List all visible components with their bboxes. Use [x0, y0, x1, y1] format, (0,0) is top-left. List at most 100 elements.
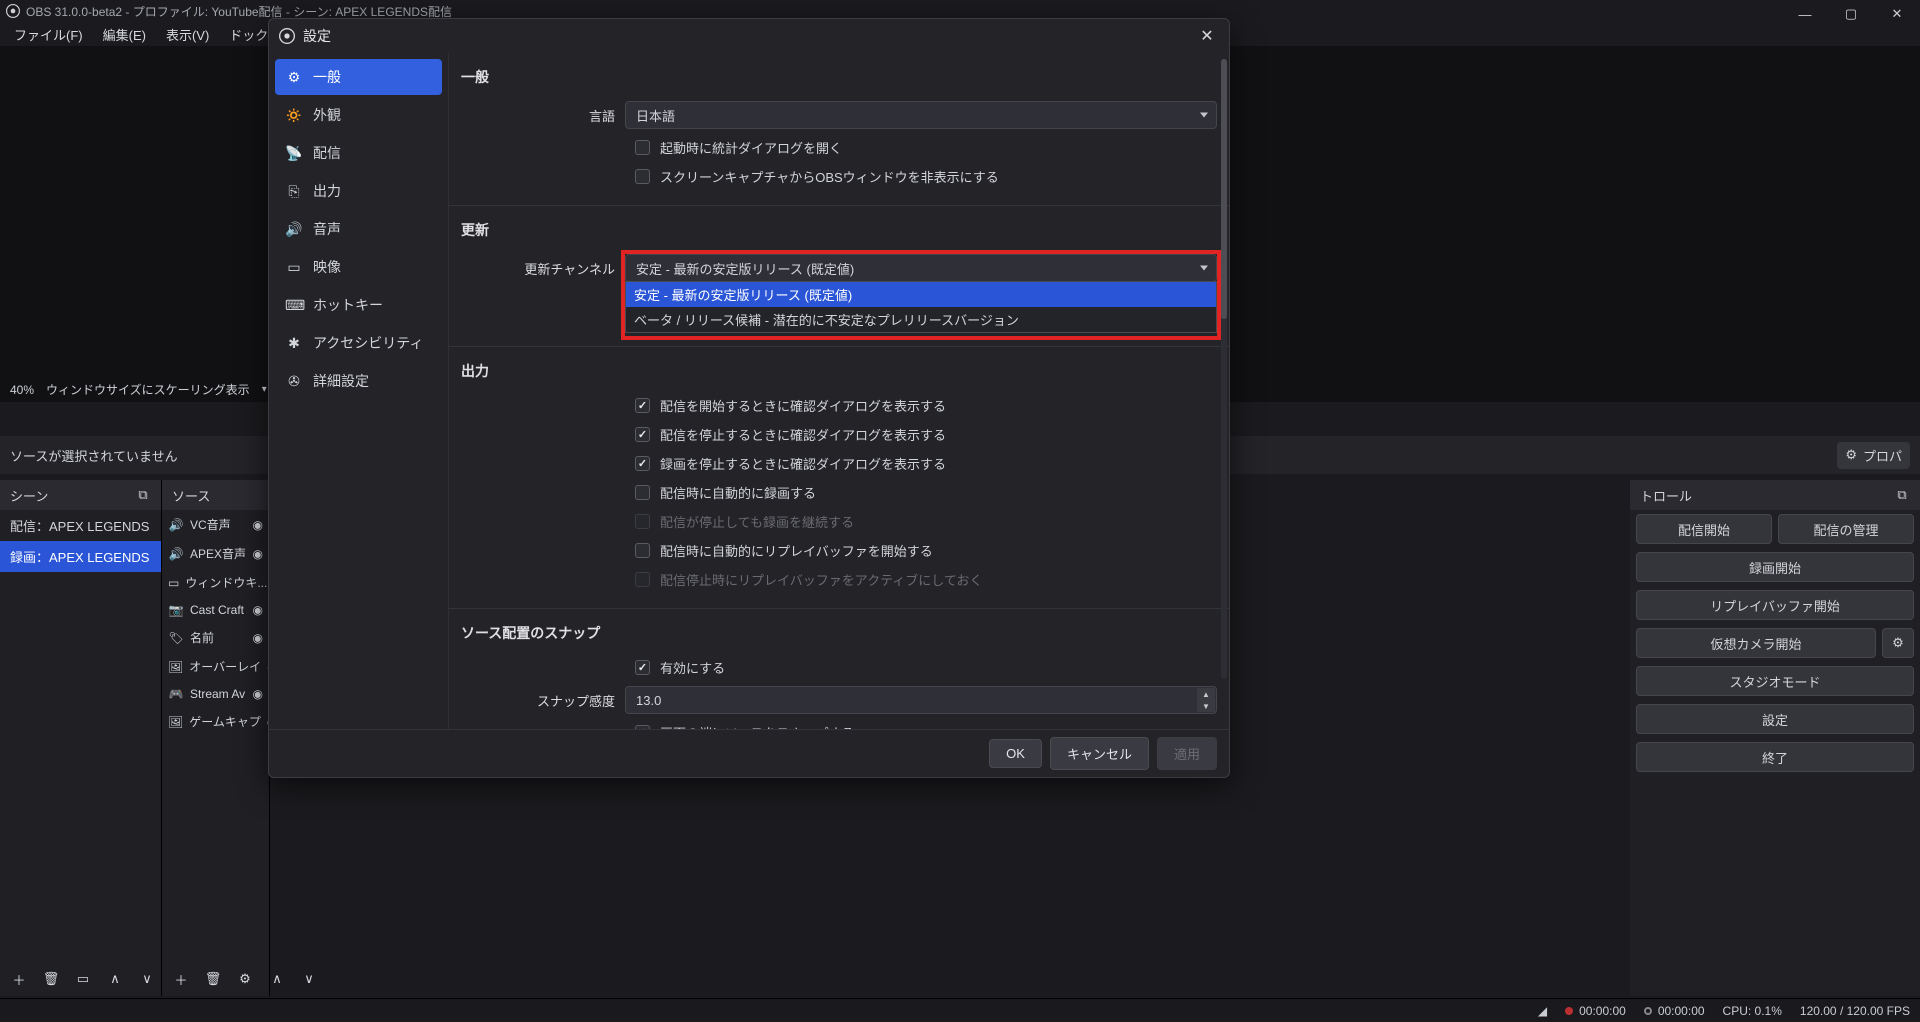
- category-video[interactable]: ▭映像: [275, 249, 442, 285]
- snap-sensitivity-input[interactable]: 13.0▲▼: [625, 686, 1217, 714]
- snap-sensitivity-label: スナップ感度: [449, 691, 625, 710]
- filter-icon[interactable]: ▭: [72, 968, 94, 990]
- preview-zoom: 40%: [10, 383, 34, 397]
- start-stream-button[interactable]: 配信開始: [1636, 514, 1772, 544]
- add-icon[interactable]: ＋: [8, 968, 30, 990]
- spin-down-icon[interactable]: ▼: [1197, 700, 1215, 712]
- visibility-icon[interactable]: ◉: [253, 518, 263, 532]
- visibility-icon[interactable]: ◉: [253, 603, 263, 617]
- delete-icon[interactable]: 🗑: [40, 968, 62, 990]
- checkbox: [635, 572, 650, 587]
- no-source-text: ソースが選択されていません: [10, 446, 178, 465]
- visibility-icon[interactable]: ◉: [253, 687, 263, 701]
- auto-record-label: 配信時に自動的に録画する: [660, 483, 816, 502]
- record-time: 00:00:00: [1658, 1004, 1705, 1018]
- source-label: 名前: [190, 629, 214, 646]
- source-label: APEX音声: [190, 545, 246, 562]
- category-hotkeys[interactable]: ⌨ホットキー: [275, 287, 442, 323]
- gear-icon[interactable]: ⚙: [234, 968, 256, 990]
- up-icon[interactable]: ∧: [104, 968, 126, 990]
- sliders-icon: ✇: [285, 373, 303, 390]
- down-icon[interactable]: ∨: [298, 968, 320, 990]
- cancel-button[interactable]: キャンセル: [1050, 737, 1149, 770]
- source-type-icon: 🖼: [168, 660, 183, 674]
- category-audio[interactable]: 🔊音声: [275, 211, 442, 247]
- source-item[interactable]: ▭ウィンドウキ...◉: [162, 568, 269, 597]
- update-channel-option[interactable]: 安定 - 最新の安定版リリース (既定値): [626, 282, 1216, 307]
- source-item[interactable]: 📷Cast Craft◉: [162, 597, 269, 623]
- replay-buffer-button[interactable]: リプレイバッファ開始: [1636, 590, 1914, 620]
- down-icon[interactable]: ∨: [136, 968, 158, 990]
- source-item[interactable]: 🔊APEX音声◉: [162, 539, 269, 568]
- update-channel-select[interactable]: 安定 - 最新の安定版リリース (既定値): [625, 254, 1217, 282]
- source-item[interactable]: 🎮Stream Av◉: [162, 681, 269, 707]
- update-channel-option[interactable]: ベータ / リリース候補 - 潜在的に不安定なプレリリースバージョン: [626, 307, 1216, 332]
- checkbox[interactable]: [635, 456, 650, 471]
- scenes-dock: シーン⧉ 配信：APEX LEGENDS 録画：APEX LEGENDS ＋ 🗑…: [0, 480, 162, 996]
- section-general-heading: 一般: [449, 53, 1229, 97]
- virtual-cam-settings-button[interactable]: ⚙: [1882, 628, 1914, 658]
- studio-mode-button[interactable]: スタジオモード: [1636, 666, 1914, 696]
- properties-button[interactable]: ⚙プロパ: [1837, 442, 1910, 469]
- record-dot-icon: [1644, 1007, 1652, 1015]
- exit-button[interactable]: 終了: [1636, 742, 1914, 772]
- spin-up-icon[interactable]: ▲: [1197, 688, 1215, 700]
- popout-icon[interactable]: ⧉: [1894, 487, 1910, 503]
- source-item[interactable]: 🖼オーバーレイ◉: [162, 652, 269, 681]
- category-accessibility[interactable]: ✱アクセシビリティ: [275, 325, 442, 361]
- popout-icon[interactable]: ⧉: [135, 487, 151, 503]
- visibility-icon[interactable]: ◉: [253, 547, 263, 561]
- checkbox[interactable]: [635, 725, 650, 729]
- category-stream[interactable]: 📡配信: [275, 135, 442, 171]
- statusbar: ◢ 00:00:00 00:00:00 CPU: 0.1% 120.00 / 1…: [0, 998, 1920, 1022]
- checkbox[interactable]: [635, 543, 650, 558]
- source-type-icon: 🏷: [168, 631, 184, 645]
- manage-stream-button[interactable]: 配信の管理: [1778, 514, 1914, 544]
- settings-button[interactable]: 設定: [1636, 704, 1914, 734]
- category-advanced[interactable]: ✇詳細設定: [275, 363, 442, 399]
- source-type-icon: 📷: [168, 603, 184, 617]
- category-output[interactable]: ⎘出力: [275, 173, 442, 209]
- checkbox[interactable]: [635, 140, 650, 155]
- close-button[interactable]: ✕: [1195, 24, 1219, 48]
- source-item[interactable]: 🏷 名前 ◉: [162, 623, 269, 652]
- source-label: VC音声: [190, 516, 231, 533]
- checkbox[interactable]: [635, 485, 650, 500]
- settings-dialog-title: 設定: [303, 26, 331, 46]
- stats-on-startup-label: 起動時に統計ダイアログを開く: [660, 138, 842, 157]
- keyboard-icon: ⌨: [285, 297, 303, 314]
- ok-button[interactable]: OK: [989, 739, 1042, 768]
- source-item[interactable]: 🖼ゲームキャプ◉: [162, 707, 269, 736]
- confirm-stop-record-label: 録画を停止するときに確認ダイアログを表示する: [660, 454, 946, 473]
- up-icon[interactable]: ∧: [266, 968, 288, 990]
- live-time: 00:00:00: [1579, 1004, 1626, 1018]
- category-appearance[interactable]: 🔅外観: [275, 97, 442, 133]
- category-general[interactable]: ⚙一般: [275, 59, 442, 95]
- visibility-icon[interactable]: ◉: [253, 631, 263, 645]
- add-icon[interactable]: ＋: [170, 968, 192, 990]
- scrollbar[interactable]: [1221, 59, 1227, 679]
- section-snap-heading: ソース配置のスナップ: [449, 609, 1229, 653]
- controls-title: トロール: [1640, 486, 1692, 505]
- sources-title: ソース: [172, 486, 210, 505]
- checkbox[interactable]: [635, 660, 650, 675]
- sources-dock: ソース 🔊VC音声◉🔊APEX音声◉▭ウィンドウキ...◉📷Cast Craft…: [162, 480, 270, 996]
- start-record-button[interactable]: 録画開始: [1636, 552, 1914, 582]
- checkbox[interactable]: [635, 398, 650, 413]
- apply-button[interactable]: 適用: [1157, 737, 1217, 770]
- language-select[interactable]: 日本語: [625, 101, 1217, 129]
- scene-item[interactable]: 録画：APEX LEGENDS: [0, 541, 161, 572]
- checkbox[interactable]: [635, 169, 650, 184]
- preview-scaling[interactable]: ウィンドウサイズにスケーリング表示: [46, 381, 250, 398]
- settings-dialog-titlebar: 設定 ✕: [269, 19, 1229, 53]
- chevron-down-icon[interactable]: ▾: [262, 384, 267, 395]
- checkbox[interactable]: [635, 427, 650, 442]
- scene-item[interactable]: 配信：APEX LEGENDS: [0, 510, 161, 541]
- language-label: 言語: [449, 106, 625, 125]
- source-item[interactable]: 🔊VC音声◉: [162, 510, 269, 539]
- snap-edge-label: 画面の端にソースをスナップする: [660, 723, 854, 729]
- scrollbar-thumb[interactable]: [1221, 59, 1227, 319]
- source-type-icon: ▭: [168, 576, 179, 590]
- delete-icon[interactable]: 🗑: [202, 968, 224, 990]
- virtual-cam-button[interactable]: 仮想カメラ開始: [1636, 628, 1876, 658]
